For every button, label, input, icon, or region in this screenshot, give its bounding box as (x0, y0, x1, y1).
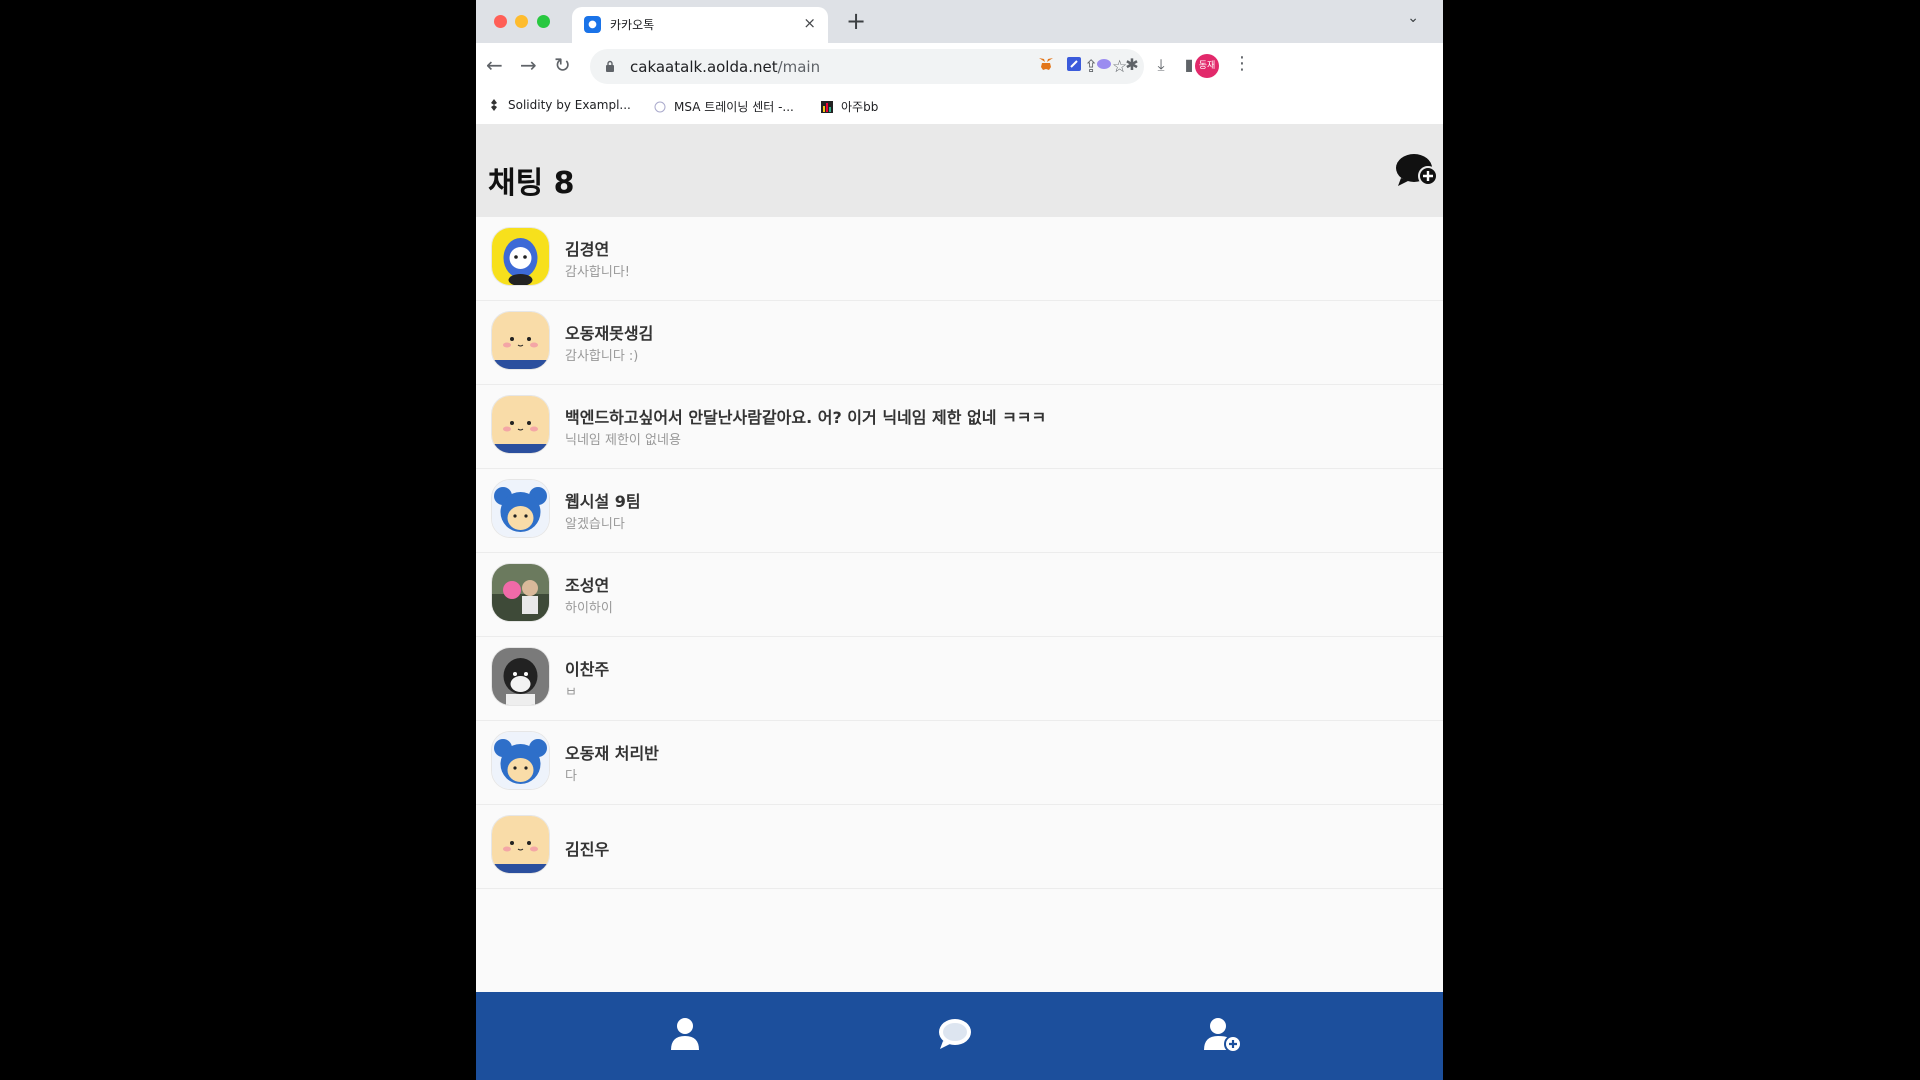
solidity-icon (491, 99, 497, 111)
chat-page: 채팅 8 김경연 감사합니다! 오동재못생김 감사합니다:) 백엔드하고싶어서… (476, 124, 1443, 1080)
chat-room-name: 오동재못생김 (565, 324, 654, 343)
more-menu-icon[interactable]: ⋮ (1233, 53, 1251, 74)
avatar (492, 396, 549, 453)
forward-arrow-icon[interactable]: → (520, 54, 537, 76)
last-message: 닉네임 제한이 없네용 (565, 433, 681, 448)
chat-room-item[interactable]: 웹시설 9팀 알겠습니다 (476, 469, 1443, 553)
chat-room-name: 오동재 처리반 (565, 744, 659, 763)
bookmarks-bar: Solidity by Exampl... MSA 트레이닝 센터 -... 아… (476, 90, 1443, 125)
chat-room-item[interactable]: 백엔드하고싶어서 안달난사람같아요. 어? 이거 닉네임 제한 없네 ㅋㅋㅋ 닉… (476, 385, 1443, 469)
bookmark-label: MSA 트레이닝 센터 -... (674, 100, 794, 114)
avatar (492, 564, 549, 621)
close-window-button[interactable] (494, 15, 507, 28)
chat-room-item[interactable]: 김경연 감사합니다! (476, 217, 1443, 301)
extensions-puzzle-icon[interactable]: ✱ (1122, 55, 1142, 75)
chat-room-name: 김진우 (565, 840, 610, 859)
chat-header: 채팅 8 (476, 124, 1443, 217)
chat-room-name: 백엔드하고싶어서 안달난사람같아요. 어? 이거 닉네임 제한 없네 ㅋㅋㅋ (565, 408, 1047, 427)
maximize-window-button[interactable] (537, 15, 550, 28)
chat-room-item[interactable]: 오동재 처리반 다 (476, 721, 1443, 805)
back-arrow-icon[interactable]: ← (486, 54, 503, 76)
avatar (492, 228, 549, 285)
avatar (492, 648, 549, 705)
msa-icon (654, 101, 666, 112)
page-title: 채팅 8 (488, 166, 575, 201)
last-message: ㅂ (565, 685, 577, 700)
bookmark-item[interactable]: 아주bb (821, 98, 878, 115)
download-icon[interactable]: ⤓ (1151, 55, 1171, 75)
chat-room-item[interactable]: 김진우 (476, 805, 1443, 889)
chat-room-name: 이찬주 (565, 660, 610, 679)
avatar (492, 312, 549, 369)
chat-room-name: 김경연 (565, 240, 610, 259)
chat-plus-icon[interactable] (1395, 152, 1439, 188)
reload-icon[interactable]: ↻ (554, 54, 571, 76)
chat-icon[interactable] (933, 1012, 977, 1056)
chat-room-name: 조성연 (565, 576, 610, 595)
friends-icon[interactable] (663, 1012, 707, 1056)
browser-window: ● 카카오톡 × + ⌄ ← → ↻ cakaatalk.aolda.net/m… (476, 0, 1443, 1080)
last-message: 알겠습니다 (565, 517, 625, 532)
chat-room-item[interactable]: 이찬주 ㅂ (476, 637, 1443, 721)
new-tab-button[interactable]: + (846, 7, 866, 35)
bookmark-label: Solidity by Exampl... (508, 98, 631, 112)
bookmark-item[interactable]: Solidity by Exampl... (488, 98, 631, 112)
tab-close-icon[interactable]: × (803, 14, 816, 32)
tab-search-chevron-icon[interactable]: ⌄ (1407, 10, 1419, 26)
blue-extension-icon[interactable] (1064, 55, 1084, 75)
last-message: 다 (565, 769, 577, 784)
url-text: cakaatalk.aolda.net/main (630, 58, 820, 76)
browser-toolbar: ← → ↻ cakaatalk.aolda.net/main ⇪ ☆ ✱ ⤓ ▮… (476, 43, 1443, 90)
tab-title: 카카오톡 (610, 18, 655, 32)
chat-list: 김경연 감사합니다! 오동재못생김 감사합니다 :) 백엔드하고싶어서 안달난사… (476, 217, 1443, 889)
address-bar[interactable]: cakaatalk.aolda.net/main ⇪ ☆ (590, 49, 1144, 84)
kakao-favicon-icon: ● (584, 16, 601, 33)
last-message: 감사합니다! (565, 265, 631, 280)
chat-room-name: 웹시설 9팀 (565, 492, 641, 511)
bookmark-item[interactable]: MSA 트레이닝 센터 -... (654, 98, 794, 115)
last-message: 하이하이 (565, 601, 613, 616)
chat-room-item[interactable]: 오동재못생김 감사합니다 :) (476, 301, 1443, 385)
url-host: cakaatalk.aolda.net (630, 58, 778, 76)
tab-strip: ● 카카오톡 × + ⌄ (476, 0, 1443, 43)
url-path: /main (777, 58, 821, 76)
purple-extension-icon[interactable] (1094, 55, 1114, 75)
bottom-nav (476, 992, 1443, 1080)
metamask-extension-icon[interactable] (1036, 55, 1056, 75)
avatar (492, 816, 549, 873)
lock-icon (606, 60, 614, 72)
avatar (492, 480, 549, 537)
chat-room-item[interactable]: 조성연 하이하이 (476, 553, 1443, 637)
chart-icon (821, 100, 833, 113)
active-tab[interactable]: ● 카카오톡 × (572, 7, 828, 43)
last-message: 감사합니다 :) (565, 349, 639, 364)
bookmark-label: 아주bb (841, 100, 879, 114)
add-friend-icon[interactable] (1200, 1012, 1244, 1056)
profile-avatar-button[interactable]: 동재 (1195, 54, 1219, 78)
minimize-window-button[interactable] (515, 15, 528, 28)
avatar (492, 732, 549, 789)
